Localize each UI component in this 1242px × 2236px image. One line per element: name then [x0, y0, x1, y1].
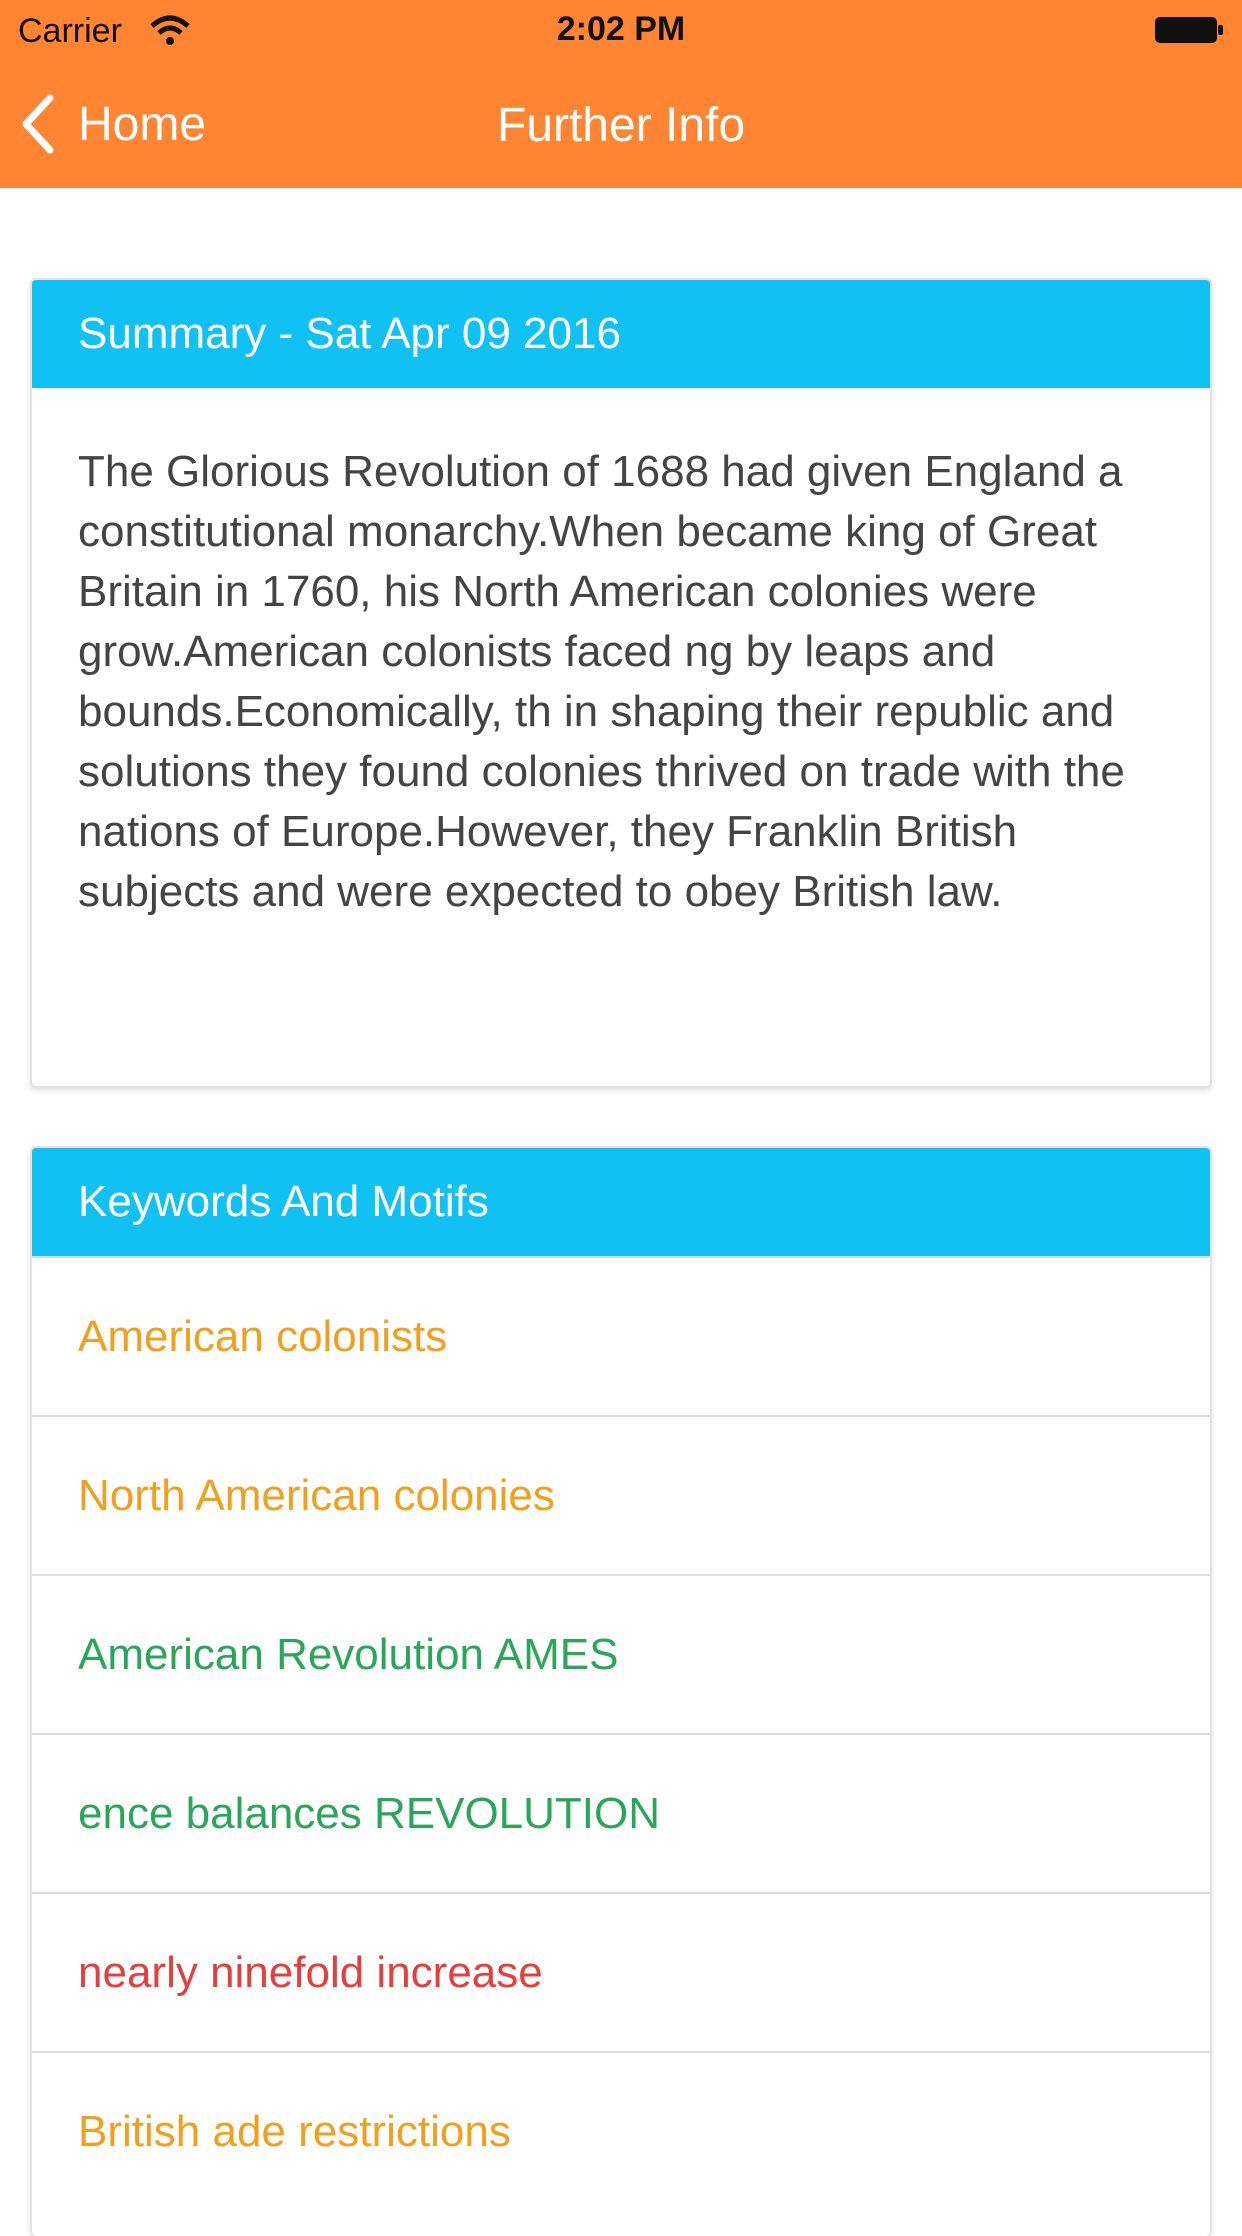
keyword-label: American colonists	[78, 1311, 448, 1361]
keyword-list: American colonists North American colonie…	[32, 1256, 1210, 2210]
status-time: 2:02 PM	[556, 10, 686, 48]
keywords-card: Keywords And Motifs American colonists No…	[30, 1146, 1212, 2236]
keyword-item[interactable]: American Revolution AMES	[32, 1574, 1210, 1733]
keyword-item[interactable]: nearly ninefold increase	[32, 1892, 1210, 2051]
summary-text: The Glorious Revolution of 1688 had give…	[78, 447, 1125, 916]
keyword-label: British ade restrictions	[78, 2106, 511, 2156]
nav-bar: Home Further Info	[0, 60, 1242, 188]
keyword-item[interactable]: American colonists	[32, 1256, 1210, 1415]
battery-icon	[1155, 17, 1223, 43]
keywords-header: Keywords And Motifs	[32, 1148, 1210, 1256]
summary-header: Summary - Sat Apr 09 2016	[32, 280, 1210, 388]
keyword-label: nearly ninefold increase	[78, 1947, 543, 1997]
top-bar: Carrier 2:02 PM Home Further Info	[0, 0, 1242, 188]
keyword-item[interactable]: British ade restrictions	[32, 2051, 1210, 2210]
keyword-item[interactable]: North American colonies	[32, 1415, 1210, 1574]
page-title: Further Info	[496, 99, 746, 152]
keyword-label: North American colonies	[78, 1470, 555, 1520]
status-bar: Carrier 2:02 PM	[0, 0, 1242, 60]
keyword-item[interactable]: ence balances REVOLUTION	[32, 1733, 1210, 1892]
keyword-label: ence balances REVOLUTION	[78, 1788, 661, 1838]
summary-card: Summary - Sat Apr 09 2016 The Glorious R…	[30, 278, 1212, 1088]
keyword-label: American Revolution AMES	[78, 1629, 619, 1679]
